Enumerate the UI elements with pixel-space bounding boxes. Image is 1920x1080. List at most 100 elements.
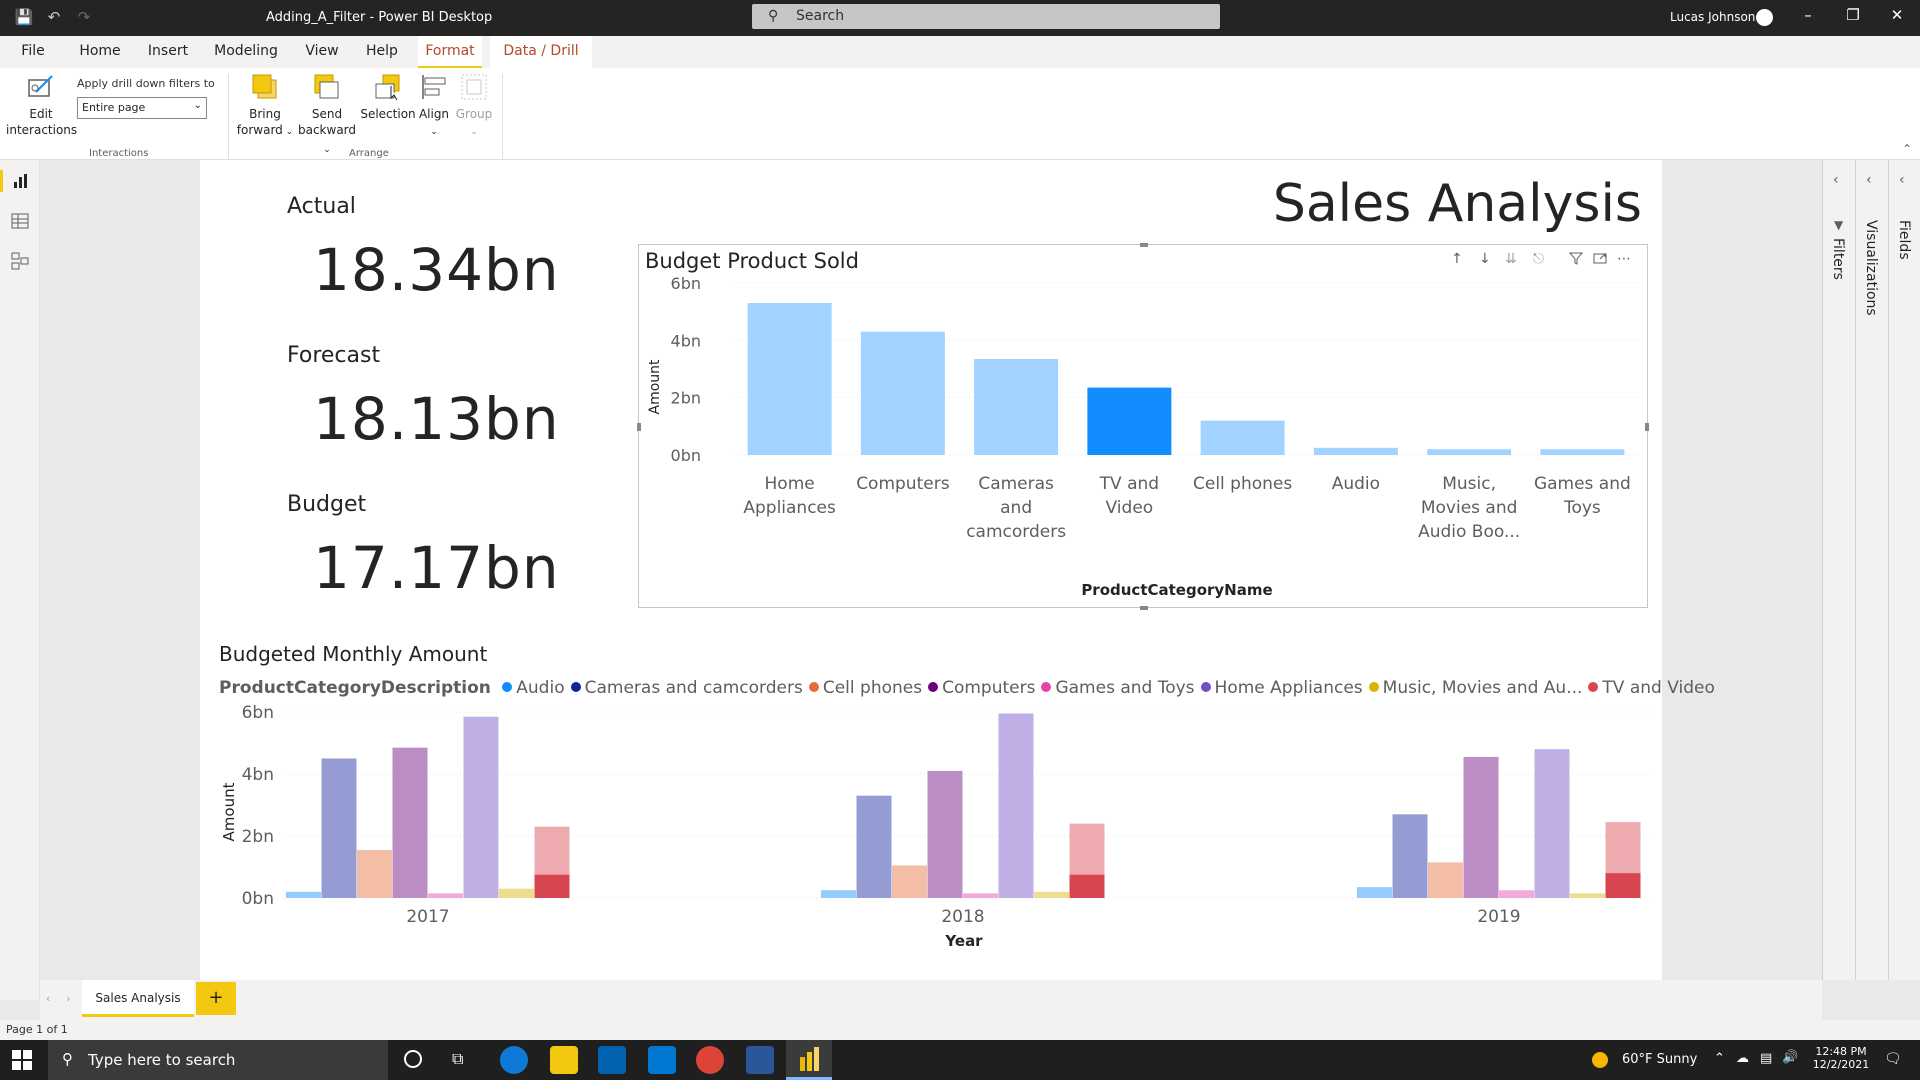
- user-name[interactable]: Lucas Johnson: [1670, 10, 1755, 24]
- edit-interactions-label-2: interactions: [6, 123, 78, 137]
- tab-help[interactable]: Help: [358, 36, 406, 68]
- windows-start-icon[interactable]: [12, 1050, 32, 1074]
- bar: [1392, 814, 1428, 898]
- align-button[interactable]: Align ⌄: [416, 72, 452, 140]
- power-bi-taskbar-button[interactable]: [786, 1040, 832, 1080]
- x-tick-label: Cell phones: [1193, 474, 1292, 494]
- tab-data-drill[interactable]: Data / Drill: [490, 36, 592, 68]
- x-axis-label: Year: [944, 932, 983, 950]
- report-canvas[interactable]: Actual 18.34bn Forecast 18.13bn Budget 1…: [200, 160, 1715, 980]
- legend-item[interactable]: Home Appliances: [1200, 678, 1363, 698]
- redo-icon[interactable]: ↷: [74, 8, 94, 28]
- search-icon: ⚲: [62, 1050, 73, 1068]
- group-button[interactable]: Group ⌄: [454, 72, 494, 140]
- mail-icon[interactable]: [648, 1046, 676, 1074]
- onedrive-icon[interactable]: ☁: [1736, 1051, 1749, 1066]
- drill-up-icon[interactable]: ↑: [1451, 251, 1463, 267]
- task-view-icon[interactable]: ⧉: [452, 1049, 463, 1069]
- page-tab-sales-analysis[interactable]: Sales Analysis: [82, 980, 194, 1017]
- highlight-bar: [534, 874, 570, 898]
- drill-down-icon[interactable]: ↓: [1479, 251, 1491, 267]
- visualizations-pane[interactable]: ‹ Visualizations: [1855, 160, 1887, 980]
- chevron-left-icon[interactable]: ‹: [1899, 172, 1905, 188]
- chevron-left-icon[interactable]: ‹: [1866, 172, 1872, 188]
- notifications-icon[interactable]: 🗨: [1884, 1051, 1902, 1067]
- report-title: Sales Analysis: [1272, 174, 1642, 234]
- x-tick-label: Games and: [1534, 474, 1631, 494]
- tab-insert[interactable]: Insert: [142, 36, 194, 68]
- go-to-next-level-icon[interactable]: ⇊: [1505, 251, 1517, 267]
- resize-handle[interactable]: [1140, 243, 1148, 247]
- legend-item[interactable]: Computers: [928, 678, 1035, 698]
- cortana-icon[interactable]: [404, 1050, 422, 1068]
- focus-mode-icon[interactable]: [1593, 251, 1607, 269]
- fields-pane[interactable]: ‹ Fields: [1888, 160, 1920, 980]
- clock[interactable]: 12:48 PM 12/2/2021: [1810, 1045, 1872, 1071]
- tab-format[interactable]: Format: [418, 36, 482, 68]
- bring-forward-button[interactable]: Bring forward ⌄: [236, 72, 294, 140]
- bar: [998, 713, 1034, 898]
- close-icon[interactable]: ✕: [1882, 6, 1912, 30]
- model-view-icon[interactable]: [9, 250, 31, 272]
- bar: [927, 770, 963, 898]
- undo-icon[interactable]: ↶: [44, 8, 64, 28]
- avatar[interactable]: [1756, 9, 1773, 26]
- edge-icon[interactable]: [500, 1046, 528, 1074]
- group-label: Group: [455, 107, 493, 121]
- more-options-icon[interactable]: ⋯: [1617, 251, 1631, 267]
- budget-product-sold-visual[interactable]: Budget Product Sold ↑ ↓ ⇊ ⎋ ⋯ 0bn 2bn 4bn 6…: [637, 243, 1649, 610]
- show-hidden-icons-icon[interactable]: ⌃: [1714, 1051, 1725, 1066]
- volume-icon[interactable]: 🔊: [1782, 1050, 1798, 1065]
- bar: [1463, 756, 1499, 898]
- legend-item[interactable]: Audio: [502, 678, 565, 698]
- chrome-icon[interactable]: [696, 1046, 724, 1074]
- word-icon[interactable]: [746, 1046, 774, 1074]
- save-icon[interactable]: 💾: [14, 8, 34, 28]
- bar: [860, 331, 945, 455]
- legend-label: TV and Video: [1602, 678, 1715, 698]
- legend-item[interactable]: Music, Movies and Au...: [1368, 678, 1582, 698]
- legend-item[interactable]: Cell phones: [808, 678, 922, 698]
- taskbar-search-input[interactable]: ⚲ Type here to search: [48, 1040, 388, 1080]
- selection-button[interactable]: Selection: [360, 72, 416, 122]
- x-tick-label: Video: [1106, 498, 1154, 518]
- legend-marker: [928, 682, 939, 692]
- report-view-icon[interactable]: [9, 170, 31, 192]
- filter-icon[interactable]: [1568, 251, 1584, 269]
- minimize-icon[interactable]: –: [1793, 6, 1823, 30]
- data-view-icon[interactable]: [9, 210, 31, 232]
- y-tick-label: 4bn: [242, 765, 274, 785]
- expand-hierarchy-icon[interactable]: ⎋: [1533, 251, 1544, 267]
- store-icon[interactable]: [598, 1046, 626, 1074]
- scroll-left-icon[interactable]: ‹: [46, 992, 50, 1005]
- filters-pane[interactable]: ‹ ▼ Filters: [1822, 160, 1854, 980]
- file-explorer-icon[interactable]: [550, 1046, 578, 1074]
- search-input[interactable]: ⚲ Search: [752, 4, 1220, 29]
- drill-filter-dropdown[interactable]: Entire page ⌄: [77, 97, 207, 119]
- bar: [1034, 891, 1069, 898]
- bar: [1200, 420, 1285, 455]
- bar: [892, 865, 927, 898]
- network-icon[interactable]: ▤: [1760, 1051, 1772, 1066]
- x-tick-label: Audio: [1332, 474, 1380, 494]
- tab-modeling[interactable]: Modeling: [208, 36, 284, 68]
- clustered-column-chart[interactable]: 0bn 2bn 4bn 6bn Amount 2017 2018 2019 Year: [214, 704, 1654, 956]
- legend-item[interactable]: TV and Video: [1588, 678, 1715, 698]
- collapse-ribbon-icon[interactable]: ⌃: [1902, 142, 1912, 156]
- add-page-button[interactable]: +: [196, 982, 236, 1015]
- chevron-left-icon[interactable]: ‹: [1833, 172, 1839, 188]
- bar: [286, 891, 321, 898]
- tab-file[interactable]: File: [12, 36, 54, 68]
- send-backward-button[interactable]: Send backward ⌄: [296, 72, 358, 158]
- tab-home[interactable]: Home: [72, 36, 128, 68]
- legend-item[interactable]: Games and Toys: [1041, 678, 1195, 698]
- restore-icon[interactable]: ❐: [1838, 6, 1868, 30]
- scroll-right-icon[interactable]: ›: [66, 992, 70, 1005]
- forecast-card-label: Forecast: [287, 343, 381, 368]
- tab-view[interactable]: View: [298, 36, 346, 68]
- legend-item[interactable]: Cameras and camcorders: [570, 678, 803, 698]
- weather-text[interactable]: 60°F Sunny: [1622, 1052, 1697, 1067]
- x-tick-label: Home: [765, 474, 815, 494]
- weather-sun-icon[interactable]: [1592, 1052, 1608, 1068]
- edit-interactions-button[interactable]: Edit interactions: [6, 72, 78, 138]
